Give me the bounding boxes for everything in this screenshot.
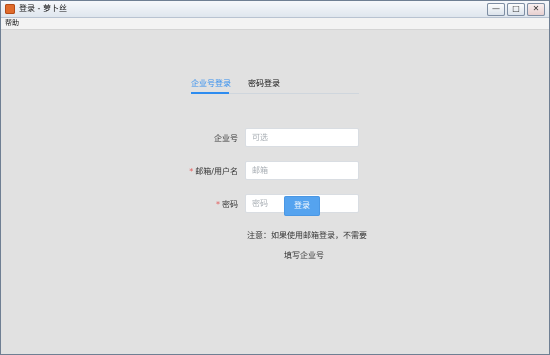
login-tabs: 企业号登录 密码登录 xyxy=(191,75,359,94)
tab-company-login[interactable]: 企业号登录 xyxy=(191,75,231,93)
company-input[interactable] xyxy=(245,128,359,147)
active-tab-indicator xyxy=(191,92,229,94)
required-mark: * xyxy=(189,167,194,176)
company-row: 企业号 xyxy=(191,128,361,149)
app-icon xyxy=(5,4,15,14)
email-label: * 邮箱/用户名 xyxy=(189,161,238,182)
password-label: * 密码 xyxy=(216,194,238,215)
maximize-button[interactable]: □ xyxy=(507,3,525,16)
note-line-2: 填写企业号 xyxy=(284,251,324,260)
menu-bar: 帮助 xyxy=(1,18,549,30)
tab-password-login[interactable]: 密码登录 xyxy=(248,75,280,93)
note-line-1: 注意：如果使用邮箱登录，不需要 xyxy=(247,231,367,240)
menu-item-help[interactable]: 帮助 xyxy=(5,18,19,29)
company-label-text: 企业号 xyxy=(214,134,238,143)
title-bar[interactable]: 登录 - 萝卜丝 — □ ✕ xyxy=(1,1,549,18)
app-window: 登录 - 萝卜丝 — □ ✕ 帮助 企业号登录 密码登录 企业号 *邮箱/用户名… xyxy=(0,0,550,355)
email-row: * 邮箱/用户名 xyxy=(189,161,361,182)
email-label-text: 邮箱/用户名 xyxy=(195,167,238,176)
company-label: 企业号 xyxy=(214,128,238,149)
required-mark: * xyxy=(216,200,220,209)
window-controls: — □ ✕ xyxy=(487,3,545,16)
password-row: * 密码 xyxy=(191,194,361,215)
email-input[interactable] xyxy=(245,161,359,180)
password-label-text: 密码 xyxy=(222,200,238,209)
login-button[interactable]: 登录 xyxy=(284,196,320,216)
close-button[interactable]: ✕ xyxy=(527,3,545,16)
minimize-button[interactable]: — xyxy=(487,3,505,16)
window-title: 登录 - 萝卜丝 xyxy=(19,4,67,13)
